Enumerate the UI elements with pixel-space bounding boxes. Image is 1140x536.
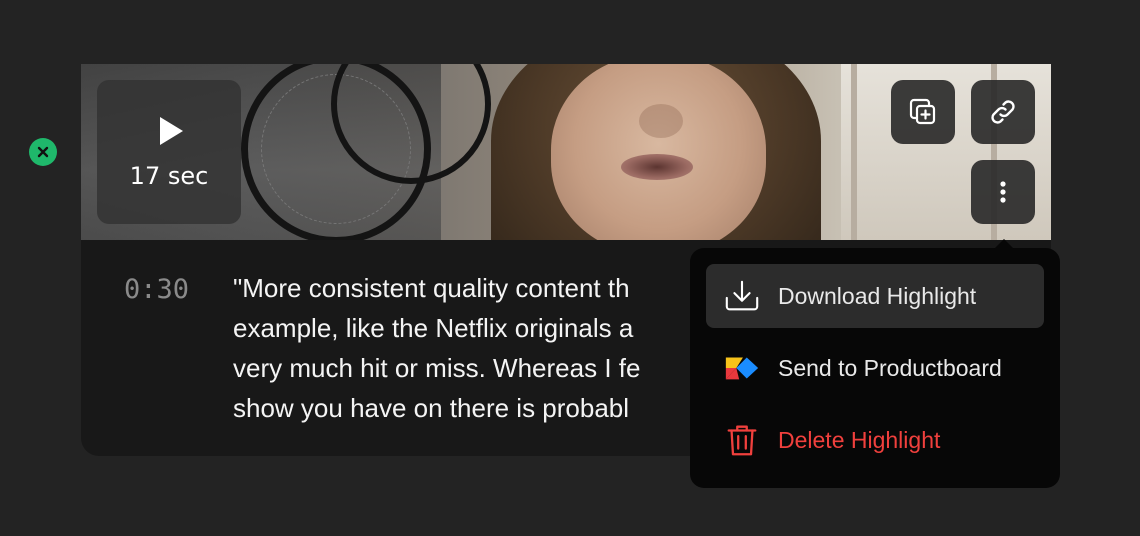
menu-item-label: Send to Productboard — [778, 354, 1002, 381]
menu-item-delete-highlight[interactable]: Delete Highlight — [706, 408, 1044, 472]
more-options-button[interactable] — [971, 160, 1035, 224]
close-icon — [37, 146, 49, 158]
copy-link-button[interactable] — [971, 80, 1035, 144]
productboard-icon — [722, 348, 762, 388]
copy-to-board-button[interactable] — [891, 80, 955, 144]
more-vertical-icon — [1000, 181, 1006, 203]
menu-item-label: Delete Highlight — [778, 426, 941, 453]
timestamp[interactable]: 0:30 — [124, 274, 189, 305]
menu-item-label: Download Highlight — [778, 282, 977, 309]
remove-highlight-button[interactable] — [29, 138, 57, 166]
play-button[interactable]: 17 sec — [97, 80, 241, 224]
menu-item-download-highlight[interactable]: Download Highlight — [706, 264, 1044, 328]
play-icon — [160, 117, 183, 145]
options-menu: Download Highlight Send to Productboard … — [690, 239, 1060, 488]
trash-icon — [722, 420, 762, 460]
video-thumbnail[interactable]: 17 sec — [81, 64, 1051, 240]
link-icon — [991, 100, 1015, 124]
duration-label: 17 sec — [129, 162, 209, 190]
menu-item-send-to-productboard[interactable]: Send to Productboard — [706, 336, 1044, 400]
download-icon — [722, 276, 762, 316]
copy-plus-icon — [909, 98, 936, 125]
